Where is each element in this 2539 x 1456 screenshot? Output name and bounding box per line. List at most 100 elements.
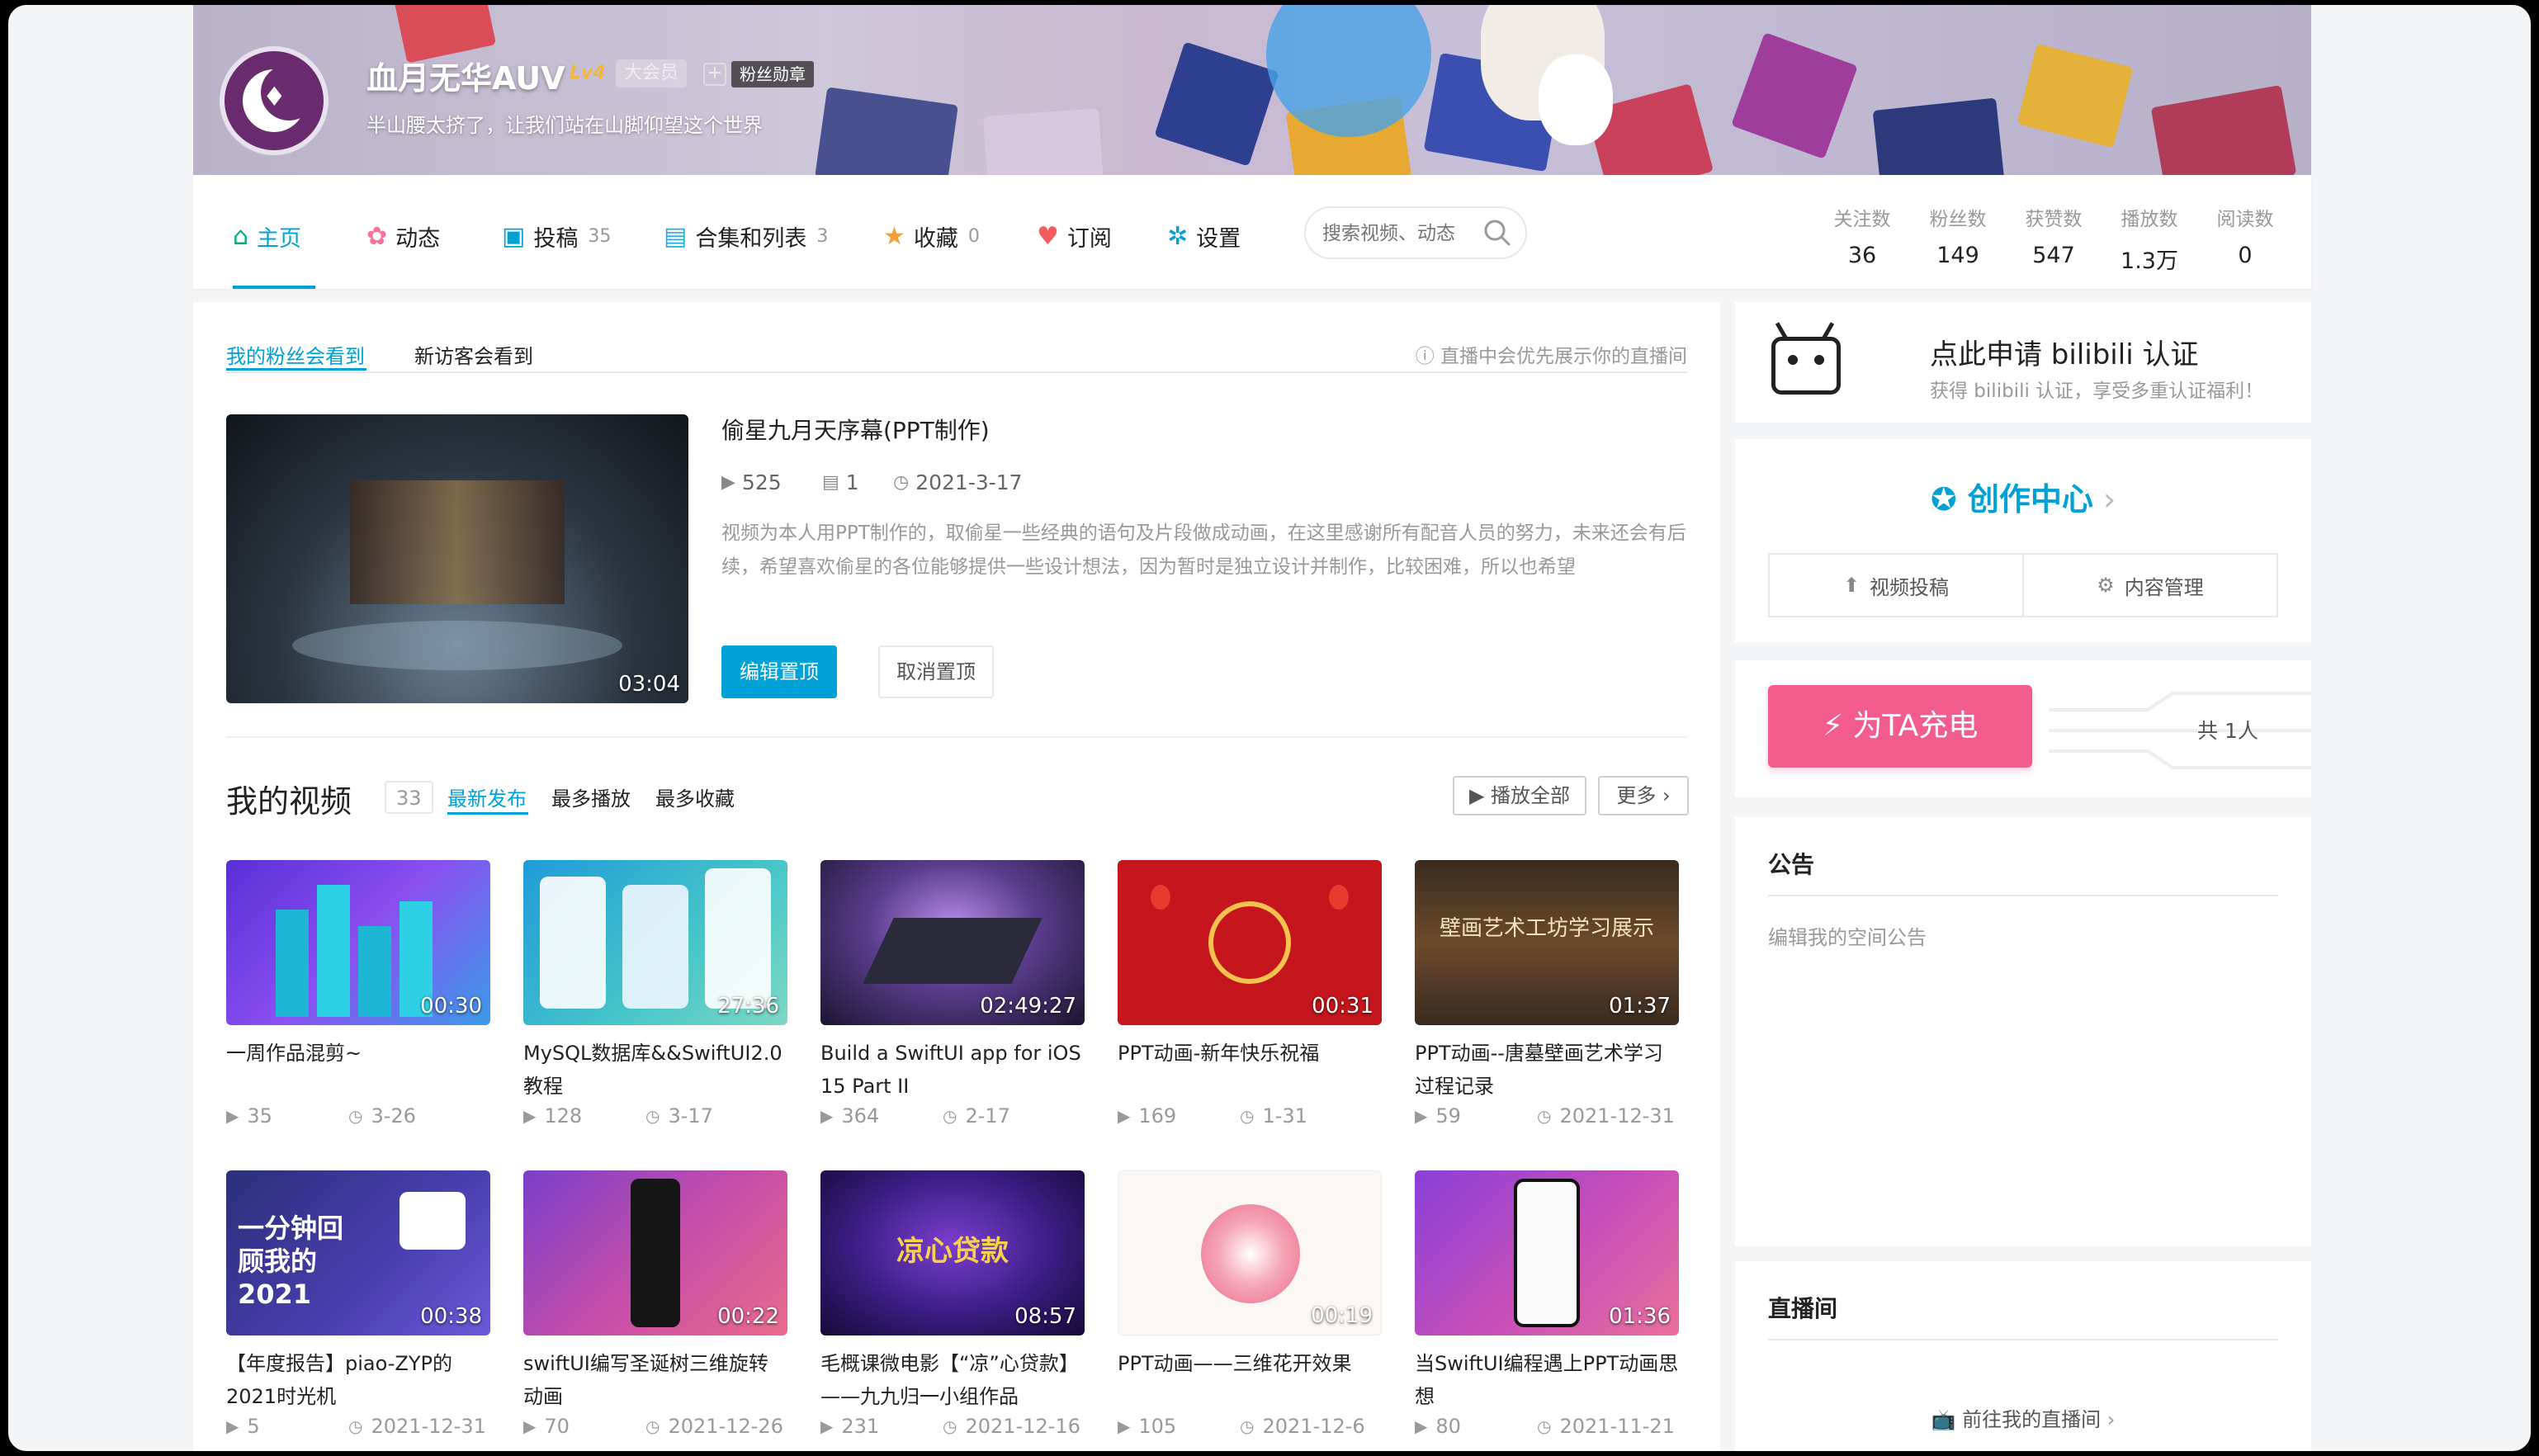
thumb-caption: 壁画艺术工坊学习展示 <box>1439 916 1654 941</box>
video-card[interactable]: 一分钟回顾我的2021 00:38 【年度报告】piao-ZYP的2021时光机… <box>226 1170 490 1438</box>
stat-label: 获赞数 <box>2025 209 2083 230</box>
video-thumbnail[interactable]: 27:36 <box>523 860 787 1025</box>
live-room-title: 直播间 <box>1768 1295 1838 1322</box>
creator-center-link[interactable]: ✪ 创作中心 › <box>1735 474 2311 519</box>
play-all-button[interactable]: ▶ 播放全部 <box>1453 776 1586 815</box>
more-button[interactable]: 更多 › <box>1598 776 1689 815</box>
add-icon[interactable]: + <box>703 63 726 86</box>
video-thumbnail[interactable]: 00:31 <box>1118 860 1382 1025</box>
live-priority-note: ⓘ 直播中会优先展示你的直播间 <box>1416 340 1687 368</box>
vip-badge[interactable]: 大会员 <box>616 59 688 87</box>
video-meta: ▶ 59 ◷ 2021-12-31 <box>1415 1104 1679 1127</box>
video-card[interactable]: 凉心贷款 08:57 毛概课微电影【“凉”心贷款】——九九归一小组作品 ▶ 231… <box>820 1170 1085 1438</box>
fan-badge[interactable]: 粉丝勋章 <box>731 61 814 87</box>
tab-guests-view[interactable]: 新访客会看到 <box>414 340 533 369</box>
stat-label: 关注数 <box>1833 209 1891 230</box>
tab-subscriptions[interactable]: ♥ 订阅 <box>1037 220 1112 253</box>
pinned-plays: ▶ 525 <box>721 470 782 494</box>
video-title[interactable]: 【年度报告】piao-ZYP的2021时光机 <box>226 1347 490 1413</box>
edit-pin-button[interactable]: 编辑置顶 <box>721 645 837 698</box>
live-note-text: 直播中会优先展示你的直播间 <box>1440 346 1687 367</box>
video-title[interactable]: PPT动画-新年快乐祝福 <box>1118 1037 1382 1103</box>
search-input[interactable] <box>1322 218 1479 249</box>
dynamic-icon: ✿ <box>366 221 388 251</box>
tab-dynamic[interactable]: ✿ 动态 <box>366 220 440 253</box>
stat-value: 149 <box>1936 243 1979 268</box>
publish-date: 2021-11-21 <box>1559 1415 1675 1438</box>
lightbulb-icon: ✪ <box>1930 481 1968 518</box>
sort-latest[interactable]: 最新发布 <box>447 782 527 811</box>
video-title[interactable]: 毛概课微电影【“凉”心贷款】——九九归一小组作品 <box>820 1347 1085 1413</box>
chevron-right-icon: › <box>2101 1408 2116 1431</box>
video-card[interactable]: 00:31 PPT动画-新年快乐祝福 ▶ 169 ◷ 1-31 <box>1118 860 1382 1127</box>
certification-card[interactable]: 点此申请 bilibili 认证 获得 bilibili 认证，享受多重认证福利… <box>1735 302 2311 423</box>
video-title[interactable]: MySQL数据库&&SwiftUI2.0教程 <box>523 1037 787 1103</box>
video-card[interactable]: 00:22 swiftUI编写圣诞树三维旋转动画 ▶ 70 ◷ 2021-12-26 <box>523 1170 787 1438</box>
video-card[interactable]: 27:36 MySQL数据库&&SwiftUI2.0教程 ▶ 128 ◷ 3-17 <box>523 860 787 1127</box>
tab-favorites[interactable]: ★ 收藏 0 <box>883 220 980 253</box>
certification-subtitle: 获得 bilibili 认证，享受多重认证福利！ <box>1930 381 2264 402</box>
manage-icon: ⚙ <box>2097 574 2115 597</box>
video-upload-label: 视频投稿 <box>1870 575 1950 599</box>
video-thumbnail[interactable]: 凉心贷款 08:57 <box>820 1170 1085 1335</box>
divider <box>1768 1339 2278 1340</box>
charge-button[interactable]: ⚡ 为TA充电 <box>1768 685 2032 768</box>
video-title[interactable]: swiftUI编写圣诞树三维旋转动画 <box>523 1347 787 1413</box>
active-tab-indicator <box>233 286 315 289</box>
video-title[interactable]: Build a SwiftUI app for iOS 15 Part II <box>820 1037 1085 1103</box>
notice-edit-field[interactable]: 编辑我的空间公告 <box>1768 921 1927 950</box>
video-upload-button[interactable]: ⬆ 视频投稿 <box>1770 555 2022 616</box>
gear-icon: ✲ <box>1167 221 1189 251</box>
tab-collections[interactable]: ▤ 合集和列表 3 <box>664 220 828 253</box>
play-count: 364 <box>841 1104 880 1127</box>
video-title[interactable]: PPT动画--唐墓壁画艺术学习过程记录 <box>1415 1037 1679 1103</box>
user-signature[interactable]: 半山腰太挤了，让我们站在山脚仰望这个世界 <box>366 109 763 138</box>
clock-icon: ◷ <box>1537 1106 1552 1126</box>
tab-label: 收藏 <box>913 225 958 252</box>
search-icon[interactable] <box>1481 216 1514 249</box>
pinned-video-thumbnail[interactable]: 03:04 <box>226 414 688 703</box>
tab-label: 订阅 <box>1066 225 1112 252</box>
unpin-button[interactable]: 取消置顶 <box>878 645 994 698</box>
charge-count[interactable]: 共 1人 <box>2197 715 2258 745</box>
stat-value: 0 <box>2238 243 2253 268</box>
play-count: 35 <box>247 1104 272 1127</box>
video-title[interactable]: PPT动画——三维花开效果 <box>1118 1347 1382 1413</box>
video-card[interactable]: 01:36 当SwiftUI编程遇上PPT动画思想 ▶ 80 ◷ 2021-11-2… <box>1415 1170 1679 1438</box>
username[interactable]: 血月无华AUV <box>366 53 565 98</box>
home-icon: ⌂ <box>233 221 249 251</box>
favorite-icon: ★ <box>883 221 905 251</box>
tab-uploads[interactable]: ▣ 投稿 35 <box>502 220 611 253</box>
video-thumbnail[interactable]: 一分钟回顾我的2021 00:38 <box>226 1170 490 1335</box>
video-card[interactable]: 02:49:27 Build a SwiftUI app for iOS 15 … <box>820 860 1085 1127</box>
video-thumbnail[interactable]: 01:36 <box>1415 1170 1679 1335</box>
tab-home[interactable]: ⌂ 主页 <box>233 220 301 253</box>
video-thumbnail[interactable]: 00:30 <box>226 860 490 1025</box>
sort-most-played[interactable]: 最多播放 <box>551 782 631 811</box>
pinned-video-title[interactable]: 偷星九月天序幕(PPT制作) <box>721 413 990 446</box>
video-duration: 01:36 <box>1609 1304 1671 1329</box>
video-title[interactable]: 当SwiftUI编程遇上PPT动画思想 <box>1415 1347 1679 1413</box>
video-thumbnail[interactable]: 02:49:27 <box>820 860 1085 1025</box>
stat-following[interactable]: 关注数 36 <box>1821 203 1903 268</box>
certification-title[interactable]: 点此申请 bilibili 认证 <box>1930 332 2198 372</box>
video-thumbnail[interactable]: 壁画艺术工坊学习展示 01:37 <box>1415 860 1679 1025</box>
video-title[interactable]: 一周作品混剪~ <box>226 1037 490 1103</box>
tab-settings[interactable]: ✲ 设置 <box>1167 220 1241 253</box>
content-manage-button[interactable]: ⚙ 内容管理 <box>2022 555 2277 616</box>
play-count: 525 <box>741 470 782 494</box>
video-card[interactable]: 00:19 PPT动画——三维花开效果 ▶ 105 ◷ 2021-12-6 <box>1118 1170 1382 1438</box>
video-card[interactable]: 壁画艺术工坊学习展示 01:37 PPT动画--唐墓壁画艺术学习过程记录 ▶ 59… <box>1415 860 1679 1127</box>
play-count-icon: ▶ <box>1415 1106 1428 1126</box>
video-thumbnail[interactable]: 00:22 <box>523 1170 787 1335</box>
chevron-right-icon: › <box>2092 481 2116 518</box>
user-avatar[interactable]: ♦ <box>220 46 329 155</box>
stat-followers[interactable]: 粉丝数 149 <box>1917 203 1999 268</box>
video-thumbnail[interactable]: 00:19 <box>1118 1170 1382 1335</box>
content-manage-label: 内容管理 <box>2124 575 2204 599</box>
charge-card: ⚡ 为TA充电 共 1人 <box>1735 660 2311 797</box>
tab-fans-view[interactable]: 我的粉丝会看到 <box>226 340 365 369</box>
video-card[interactable]: 00:30 一周作品混剪~ ▶ 35 ◷ 3-26 <box>226 860 490 1127</box>
go-to-live-room-link[interactable]: 📺 前往我的直播间 › <box>1735 1403 2311 1432</box>
sort-most-favorited[interactable]: 最多收藏 <box>655 782 735 811</box>
